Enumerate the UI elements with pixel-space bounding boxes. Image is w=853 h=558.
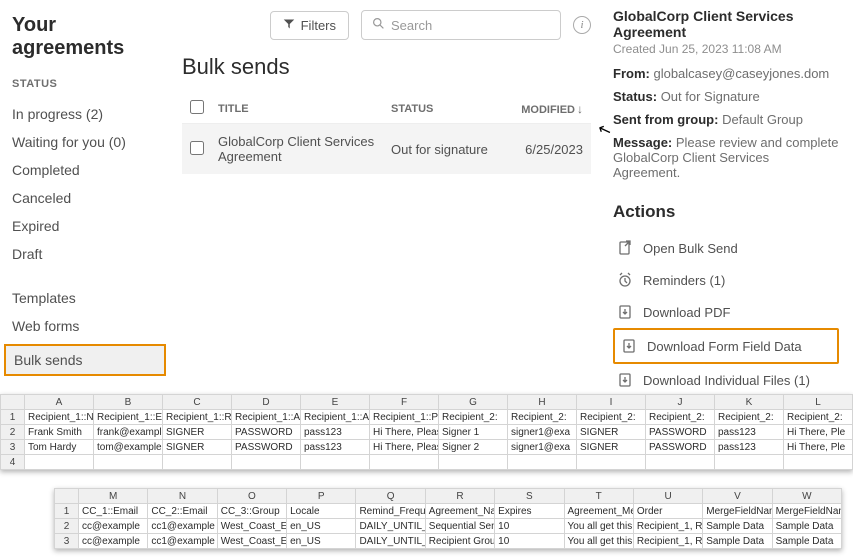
sidebar-item-expired[interactable]: Expired [12,212,158,240]
sidebar-item-bulksends[interactable]: Bulk sends [4,344,166,376]
search-placeholder: Search [391,18,432,33]
actions-title: Actions [613,202,839,222]
center-pane: Filters Search i Bulk sends TITLE STATUS… [170,0,603,390]
spreadsheet-1: ABCDEFGHIJKL1Recipient_1::NameRecipient_… [0,394,853,470]
details-panel: GlobalCorp Client Services Agreement Cre… [603,0,853,390]
action-reminders[interactable]: Reminders (1) [613,264,839,296]
row-modified: 6/25/2023 [511,142,591,157]
action-download-files-label: Download Individual Files (1) [643,373,810,388]
action-open-bulk-send[interactable]: Open Bulk Send [613,232,839,264]
sidebar: Your agreements STATUS In progress (2) W… [0,0,170,390]
col-modified[interactable]: MODIFIED↓ [511,102,591,116]
download-form-icon [621,338,637,354]
status-label: STATUS [12,78,158,90]
row-checkbox[interactable] [190,141,204,155]
detail-title: GlobalCorp Client Services Agreement [613,8,839,40]
group-label: Sent from group: [613,112,718,127]
status-label: Status: [613,89,657,104]
message-label: Message: [613,135,672,150]
from-label: From: [613,66,650,81]
sidebar-item-templates[interactable]: Templates [12,284,158,312]
action-download-individual[interactable]: Download Individual Files (1) [613,364,839,396]
clock-icon [617,272,633,288]
action-reminders-label: Reminders (1) [643,273,725,288]
filter-icon [283,18,295,33]
sidebar-item-draft[interactable]: Draft [12,240,158,268]
action-download-pdf-label: Download PDF [643,305,730,320]
sidebar-item-waiting[interactable]: Waiting for you (0) [12,128,158,156]
search-icon [372,17,385,33]
filters-button[interactable]: Filters [270,11,349,40]
download-files-icon [617,372,633,388]
group-value: Default Group [722,112,803,127]
detail-created: Created Jun 25, 2023 11:08 AM [613,42,839,56]
open-icon [617,240,633,256]
col-title[interactable]: TITLE [218,103,391,115]
info-icon[interactable]: i [573,16,591,34]
sidebar-item-canceled[interactable]: Canceled [12,184,158,212]
sidebar-item-completed[interactable]: Completed [12,156,158,184]
search-input[interactable]: Search [361,10,561,40]
action-download-form-data[interactable]: Download Form Field Data [613,328,839,364]
sort-desc-icon: ↓ [577,102,583,116]
center-title: Bulk sends [182,54,591,80]
filters-label: Filters [301,18,336,33]
table-row[interactable]: GlobalCorp Client Services Agreement Out… [182,124,591,174]
row-title: GlobalCorp Client Services Agreement [218,134,391,164]
col-status[interactable]: STATUS [391,103,511,115]
row-status: Out for signature [391,142,511,157]
sidebar-item-webforms[interactable]: Web forms [12,312,158,340]
select-all-checkbox[interactable] [190,100,204,114]
action-download-form-label: Download Form Field Data [647,339,802,354]
from-value: globalcasey@caseyjones.dom [653,66,829,81]
action-download-pdf[interactable]: Download PDF [613,296,839,328]
sidebar-item-in-progress[interactable]: In progress (2) [12,100,158,128]
table-header: TITLE STATUS MODIFIED↓ [182,94,591,124]
spreadsheet-2: MNOPQRSTUVW1CC_1::EmailCC_2::EmailCC_3::… [54,488,842,549]
page-title: Your agreements [12,14,158,60]
status-value: Out for Signature [661,89,760,104]
action-open-label: Open Bulk Send [643,241,738,256]
download-icon [617,304,633,320]
